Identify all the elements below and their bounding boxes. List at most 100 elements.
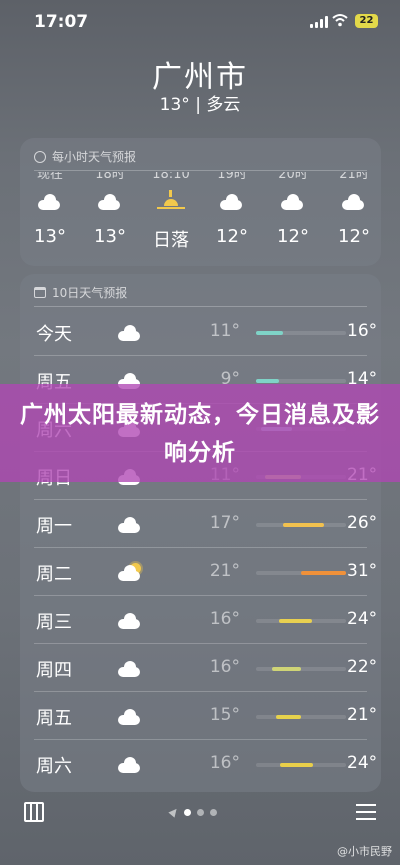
hourly-item: 20时 12° [263, 172, 323, 266]
hour-label: 21时 [339, 172, 369, 182]
temp-range-bar [256, 619, 346, 623]
battery-icon: 22 [355, 14, 378, 28]
day-low-temp: 16° [209, 753, 240, 773]
day-high-temp: 31° [347, 561, 378, 581]
cloud-icon [342, 192, 366, 210]
sunset-icon [157, 190, 185, 212]
temp-range-bar [256, 331, 346, 335]
cloud-icon [118, 707, 144, 725]
headline-banner: 广州太阳最新动态，今日消息及影响分析 [0, 384, 400, 482]
temp-range-fill [278, 619, 312, 623]
hour-temp: 12° [338, 226, 370, 247]
cloud-icon [98, 192, 122, 210]
temp-range-bar [256, 379, 346, 383]
hourly-title: 每小时天气预报 [52, 150, 137, 164]
hour-temp: 13° [94, 226, 126, 247]
cloud-icon [220, 192, 244, 210]
cloud-icon [38, 192, 62, 210]
day-low-temp: 21° [209, 561, 240, 581]
day-row[interactable]: 周一 17° 26° [20, 500, 381, 548]
day-high-temp: 21° [347, 705, 378, 725]
clock-icon [34, 150, 46, 163]
hourly-item: 18时 13° [80, 172, 140, 266]
hour-label: 20时 [278, 172, 308, 182]
status-time: 17:07 [34, 12, 89, 32]
temp-range-bar [256, 715, 346, 719]
daily-forecast-card[interactable]: 10日天气预报 今天11°16°周五9°14°周六周日11°21°周一17°26… [20, 274, 381, 792]
day-low-temp: 17° [209, 513, 240, 533]
page-dot [197, 808, 204, 816]
watermark: @小市民野 [337, 845, 392, 858]
temp-range-bar [256, 667, 346, 671]
temp-range-fill [275, 715, 301, 719]
day-high-temp: 24° [347, 753, 378, 773]
temp-range-fill [256, 331, 283, 335]
temp-range-fill [283, 523, 324, 527]
day-row[interactable]: 周四 16° 22° [20, 644, 381, 692]
hourly-item: 现在 13° [20, 172, 80, 266]
signal-icon [310, 16, 328, 28]
day-high-temp: 22° [347, 657, 378, 677]
hourly-item: 18:10 日落 [141, 172, 201, 266]
calendar-icon [34, 287, 46, 298]
wifi-icon [332, 14, 348, 27]
day-name: 周五 [36, 708, 72, 729]
daily-title: 10日天气预报 [52, 286, 128, 300]
day-name: 周二 [36, 564, 72, 585]
page-indicator[interactable] [168, 806, 217, 818]
temp-range-bar [256, 523, 346, 527]
hourly-item: 21时 12° [324, 172, 384, 266]
day-high-temp: 26° [347, 513, 378, 533]
hourly-forecast-card[interactable]: 每小时天气预报 现在 13° 18时 13° 18:10 日落 19时 12° 20时 12° 21… [20, 138, 381, 266]
day-low-temp: 16° [209, 657, 240, 677]
temp-range-bar [256, 571, 346, 575]
hourly-list[interactable]: 现在 13° 18时 13° 18:10 日落 19时 12° 20时 12° 21时 12° [20, 172, 381, 266]
cloud-icon [118, 755, 144, 773]
cloud-icon [281, 192, 305, 210]
temp-range-fill [301, 571, 346, 575]
page-dot [184, 808, 191, 816]
temp-range-fill [280, 763, 313, 767]
day-high-temp: 16° [347, 321, 378, 341]
cloud-icon [118, 515, 144, 533]
day-row[interactable]: 周六 16° 24° [20, 740, 381, 788]
day-row[interactable]: 周五 15° 21° [20, 692, 381, 740]
hour-label: 18时 [95, 172, 125, 182]
temp-range-bar [256, 763, 346, 767]
hourly-header: 每小时天气预报 [34, 148, 136, 165]
map-icon[interactable] [24, 802, 44, 822]
day-row[interactable]: 今天 11° 16° [20, 308, 381, 356]
hour-label: 19时 [217, 172, 247, 182]
day-row[interactable]: 周二 21° 31° [20, 548, 381, 596]
day-name: 今天 [36, 324, 72, 345]
day-low-temp: 11° [209, 321, 240, 341]
temp-range-fill [256, 379, 279, 383]
cloud-icon [118, 323, 144, 341]
day-name: 周六 [36, 756, 72, 777]
status-bar: 17:07 22 [0, 0, 400, 44]
hour-temp: 12° [277, 226, 309, 247]
temp-range-fill [272, 667, 301, 671]
day-high-temp: 24° [347, 609, 378, 629]
headline-text: 广州太阳最新动态，今日消息及影响分析 [20, 402, 380, 466]
hour-temp: 13° [34, 226, 66, 247]
current-condition: 13° | 多云 [159, 95, 241, 115]
page-dot [210, 808, 217, 816]
list-icon[interactable] [356, 804, 376, 820]
hour-label: 现在 [36, 172, 63, 182]
hour-temp: 12° [216, 226, 248, 247]
hour-temp: 日落 [153, 230, 189, 251]
day-low-temp: 15° [209, 705, 240, 725]
bottom-bar: @小市民野 [0, 790, 400, 865]
location-arrow-icon [168, 806, 180, 818]
hourly-item: 19时 12° [202, 172, 262, 266]
cloud-icon [118, 611, 144, 629]
day-name: 周四 [36, 660, 72, 681]
daily-header: 10日天气预报 [34, 284, 127, 301]
hour-label: 18:10 [152, 172, 190, 182]
day-low-temp: 16° [209, 609, 240, 629]
day-name: 周三 [36, 612, 72, 633]
cloud-icon [118, 659, 144, 677]
partly-sunny-icon [118, 563, 144, 581]
day-row[interactable]: 周三 16° 24° [20, 596, 381, 644]
